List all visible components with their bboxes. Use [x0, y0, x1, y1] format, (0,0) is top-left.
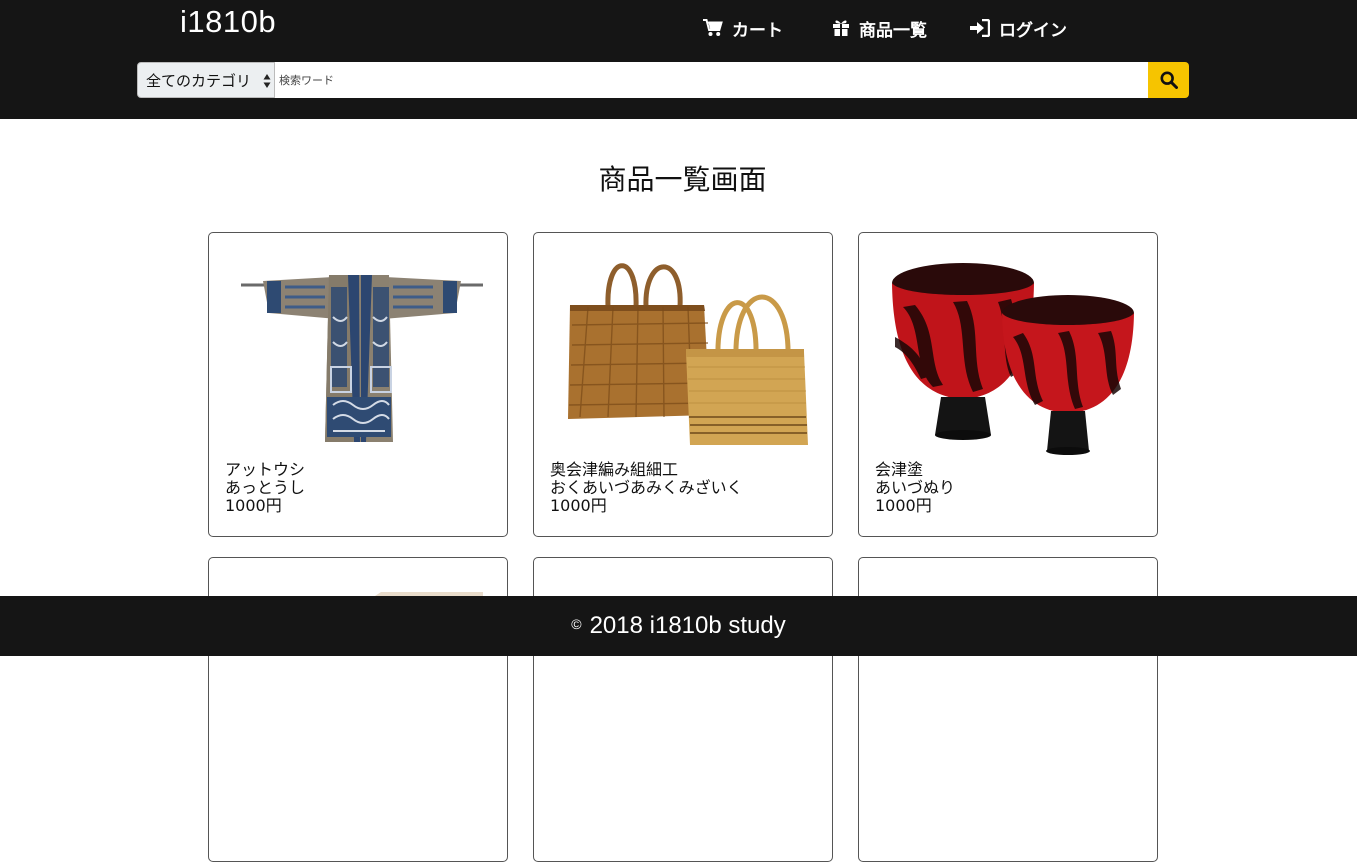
product-info: 会津塗 あいづぬり 1000円 [875, 461, 955, 515]
category-select-value: 全てのカテゴリ [146, 71, 252, 90]
attush-robe-image [241, 275, 483, 442]
product-name: 奥会津編み組細工 [550, 460, 679, 479]
nav-products-link[interactable]: 商品一覧 [832, 15, 927, 41]
gift-icon [833, 20, 849, 36]
product-name: 会津塗 [875, 460, 924, 479]
lacquer-bowls-image [892, 263, 1134, 455]
product-reading: おくあいづあみくみざいく [550, 478, 743, 497]
site-logo[interactable]: i1810b [180, 4, 276, 40]
product-card[interactable]: 会津塗 あいづぬり 1000円 [858, 232, 1158, 537]
nav-login-label: ログイン [999, 20, 1067, 41]
site-footer: © 2018 i1810b study [0, 596, 1357, 656]
site-header: i1810b カート 商品一覧 ログイン 全てのカテゴリ [0, 0, 1357, 119]
search-input[interactable] [275, 62, 1148, 98]
product-reading: あっとうし [225, 478, 306, 497]
footer-text: 2018 i1810b study [589, 612, 786, 639]
select-arrows-icon [263, 74, 271, 88]
nav-cart-label: カート [732, 20, 783, 41]
product-name: アットウシ [225, 460, 306, 479]
product-info: アットウシ あっとうし 1000円 [225, 461, 305, 515]
product-price: 1000円 [225, 496, 282, 515]
nav-products-label: 商品一覧 [859, 20, 927, 41]
nav-cart-link[interactable]: カート [703, 15, 783, 41]
product-card[interactable]: アットウシ あっとうし 1000円 [208, 232, 508, 537]
product-card[interactable]: 奥会津編み組細工 おくあいづあみくみざいく 1000円 [533, 232, 833, 537]
product-info: 奥会津編み組細工 おくあいづあみくみざいく 1000円 [550, 461, 743, 515]
page-title: 商品一覧画面 [598, 163, 767, 196]
sign-in-icon [970, 19, 990, 37]
product-price: 1000円 [875, 496, 932, 515]
search-bar: 全てのカテゴリ [137, 62, 1189, 98]
nav-login-link[interactable]: ログイン [970, 15, 1067, 41]
category-select[interactable]: 全てのカテゴリ [137, 62, 275, 98]
product-price: 1000円 [550, 496, 607, 515]
search-button[interactable] [1148, 62, 1189, 98]
woven-baskets-image [568, 263, 808, 445]
search-icon [1159, 71, 1178, 89]
cart-icon [703, 19, 723, 36]
product-reading: あいづぬり [875, 478, 956, 497]
copyright-symbol: © [571, 616, 582, 632]
